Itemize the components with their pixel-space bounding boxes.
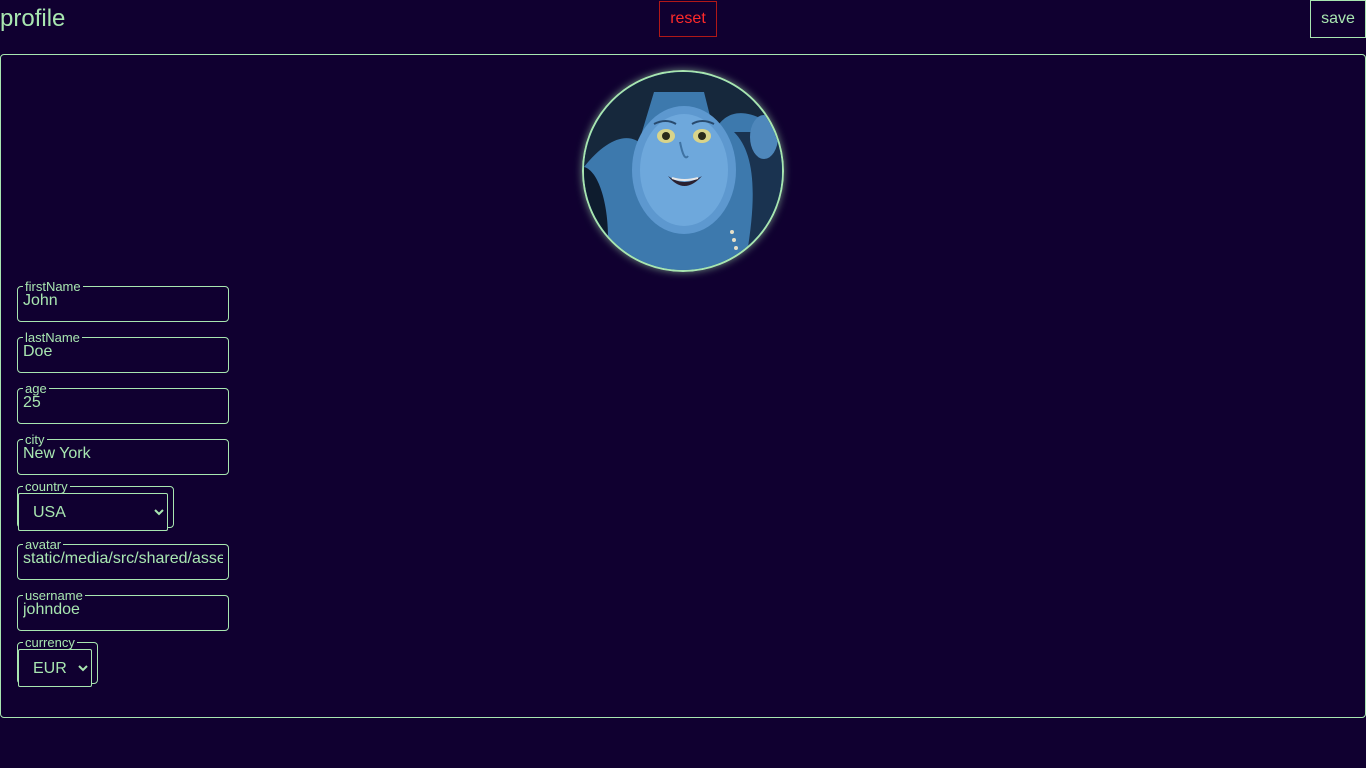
currency-field: currency EUR (17, 635, 98, 687)
firstname-field: firstName (17, 280, 229, 322)
avatar-input[interactable] (23, 548, 223, 570)
username-field: username (17, 589, 229, 631)
avatar-field: avatar (17, 538, 229, 580)
country-field: country USA (17, 479, 174, 531)
avatar (582, 70, 784, 272)
age-input[interactable] (23, 392, 223, 414)
reset-button[interactable]: reset (659, 1, 717, 37)
age-field: age (17, 382, 229, 424)
city-field: city (17, 433, 229, 475)
page-title: profile (0, 5, 66, 32)
city-input[interactable] (23, 443, 223, 465)
lastname-field: lastName (17, 331, 229, 373)
username-input[interactable] (23, 599, 223, 621)
header: profile reset save (0, 0, 1366, 40)
currency-label: currency (25, 635, 75, 650)
firstname-input[interactable] (23, 290, 223, 312)
save-button[interactable]: save (1310, 0, 1366, 38)
country-label: country (25, 479, 68, 494)
avatar-image (584, 72, 782, 270)
country-select[interactable]: USA (18, 493, 168, 531)
currency-select[interactable]: EUR (18, 649, 92, 687)
